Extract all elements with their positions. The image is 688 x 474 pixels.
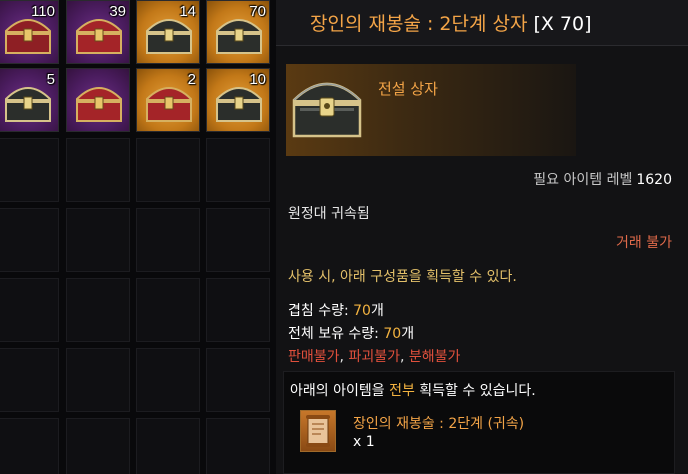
inventory-slot-empty[interactable]	[0, 278, 59, 342]
inventory-slot-empty[interactable]	[206, 278, 270, 342]
red-chest-icon	[76, 87, 122, 122]
inventory-slot-empty[interactable]	[136, 278, 200, 342]
legendary-chest-icon	[292, 82, 362, 138]
reward-item-quantity: x 1	[353, 434, 375, 450]
inventory-slot-empty[interactable]	[0, 418, 59, 474]
item-quantity: 2	[187, 71, 196, 88]
inventory-slot-empty[interactable]	[206, 418, 270, 474]
item-icon-panel: 전설 상자	[286, 64, 576, 156]
item-level-value: 1620	[636, 172, 672, 188]
item-quantity: 14	[179, 3, 196, 20]
inventory-slot[interactable]: 10	[206, 68, 270, 132]
item-level-label: 필요 아이템 레벨	[533, 172, 633, 188]
inventory-slot-empty[interactable]	[206, 138, 270, 202]
contents-header-post: 획득할 수 있습니다.	[414, 383, 536, 399]
inventory-slot[interactable]: 14	[136, 0, 200, 64]
item-stack-count: [X 70]	[533, 13, 592, 35]
owned-unit: 개	[401, 326, 415, 342]
restriction-no-disassemble: 분해불가	[408, 349, 461, 365]
item-restrictions: 판매불가, 파괴불가, 분해불가	[288, 349, 461, 365]
stack-unit: 개	[370, 303, 384, 319]
inventory-grid: 110 39 14 70 5 2 10	[0, 0, 276, 474]
inventory-slot-empty[interactable]	[66, 138, 130, 202]
inventory-slot[interactable]: 110	[0, 0, 59, 64]
inventory-slot-empty[interactable]	[66, 348, 130, 412]
item-quantity: 10	[249, 71, 266, 88]
inventory-slot-empty[interactable]	[136, 418, 200, 474]
tooltip-header: 장인의 재봉술 : 2단계 상자 [X 70]	[276, 0, 688, 46]
restriction-no-sell: 판매불가	[288, 349, 340, 365]
item-quantity: 110	[31, 3, 55, 20]
item-grade: 전설 상자	[378, 80, 438, 98]
inventory-slot[interactable]: 70	[206, 0, 270, 64]
trade-status: 거래 불가	[616, 235, 672, 251]
item-quantity: 39	[109, 3, 126, 20]
inventory-slot-empty[interactable]	[0, 348, 59, 412]
item-quantity: 70	[249, 3, 266, 20]
use-effect: 사용 시, 아래 구성품을 획득할 수 있다.	[288, 269, 517, 285]
contents-header-pre: 아래의 아이템을	[290, 383, 390, 399]
contents-box: 아래의 아이템을 전부 획득할 수 있습니다. 장인의 재봉술 : 2단계 (귀…	[283, 371, 675, 474]
item-title: 장인의 재봉술 : 2단계 상자 [X 70]	[310, 9, 592, 36]
inventory-slot-empty[interactable]	[136, 138, 200, 202]
stack-quantity: 겹침 수량: 70개	[288, 300, 384, 320]
contents-header: 아래의 아이템을 전부 획득할 수 있습니다.	[290, 380, 536, 400]
inventory-slot[interactable]: 39	[66, 0, 130, 64]
inventory-slot[interactable]: 5	[0, 68, 59, 132]
owned-label: 전체 보유 수량:	[288, 326, 384, 342]
inventory-slot-empty[interactable]	[206, 208, 270, 272]
inventory-slot-empty[interactable]	[136, 348, 200, 412]
required-item-level: 필요 아이템 레벨 1620	[533, 169, 672, 189]
inventory-slot-empty[interactable]	[206, 348, 270, 412]
scroll-icon	[300, 410, 336, 452]
inventory-slot-empty[interactable]	[0, 208, 59, 272]
inventory-slot-empty[interactable]	[0, 138, 59, 202]
bound-status: 원정대 귀속됨	[288, 206, 370, 222]
contents-header-highlight: 전부	[389, 383, 415, 399]
stack-value: 70	[353, 303, 371, 319]
owned-quantity: 전체 보유 수량: 70개	[288, 323, 414, 343]
item-name: 장인의 재봉술 : 2단계 상자	[310, 13, 528, 35]
reward-item-name: 장인의 재봉술 : 2단계 (귀속)	[353, 416, 525, 432]
inventory-slot-empty[interactable]	[66, 278, 130, 342]
item-quantity: 5	[46, 71, 55, 88]
inventory-slot-empty[interactable]	[66, 208, 130, 272]
inventory-slot-empty[interactable]	[136, 208, 200, 272]
item-tooltip: 장인의 재봉술 : 2단계 상자 [X 70] 전설 상자 필요 아이템 레벨 16…	[276, 0, 688, 474]
restriction-no-destroy: 파괴불가	[348, 349, 400, 365]
owned-value: 70	[383, 326, 402, 342]
inventory-slot[interactable]	[66, 68, 130, 132]
inventory-slot-empty[interactable]	[66, 418, 130, 474]
stack-label: 겹침 수량:	[288, 303, 354, 319]
inventory-slot[interactable]: 2	[136, 68, 200, 132]
